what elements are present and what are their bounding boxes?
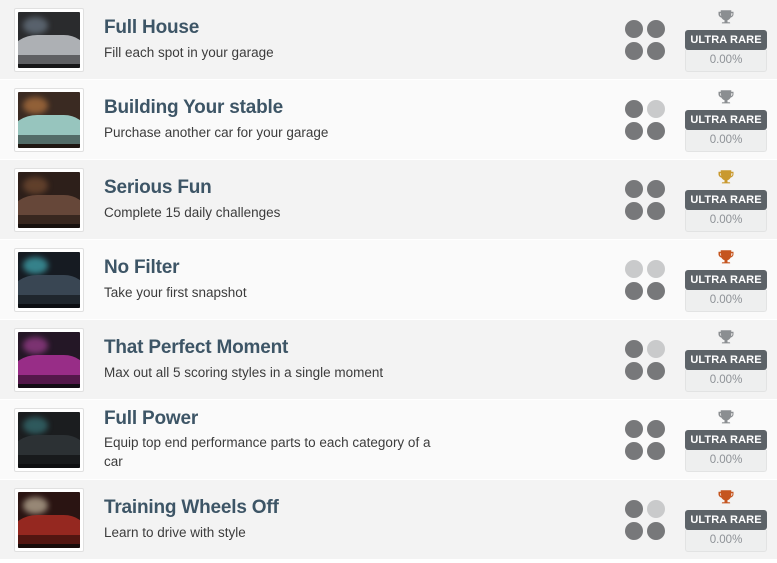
- progress-dot: [647, 281, 665, 300]
- trophy-thumbnail: [14, 327, 84, 392]
- progress-dot: [625, 361, 643, 380]
- progress-dot: [625, 521, 643, 540]
- trophy-thumbnail: [14, 87, 84, 152]
- trophy-info: No Filter Take your first snapshot: [84, 257, 625, 302]
- trophy-rarity: ULTRA RARE 0.00%: [685, 87, 767, 152]
- progress-dot: [647, 339, 665, 358]
- trophy-rarity: ULTRA RARE 0.00%: [685, 167, 767, 232]
- progress-dot: [625, 259, 643, 278]
- trophy-thumbnail: [14, 407, 84, 472]
- trophy-info: Training Wheels Off Learn to drive with s…: [84, 497, 625, 542]
- bronze-trophy-icon: [717, 247, 735, 267]
- trophy-thumbnail: [14, 167, 84, 232]
- trophy-row[interactable]: Building Your stable Purchase another car…: [0, 80, 777, 160]
- progress-dot: [647, 41, 665, 60]
- rarity-percent: 0.00%: [685, 530, 767, 552]
- rarity-badge: ULTRA RARE: [685, 430, 767, 450]
- trophy-row[interactable]: Training Wheels Off Learn to drive with s…: [0, 480, 777, 560]
- rarity-percent: 0.00%: [685, 50, 767, 72]
- trophy-description: Fill each spot in your garage: [104, 44, 274, 60]
- progress-dot: [647, 419, 665, 438]
- progress-dot: [647, 259, 665, 278]
- trophy-info: Full Power Equip top end performance part…: [84, 408, 625, 472]
- trophy-progress-dots: [625, 179, 669, 220]
- trophy-row[interactable]: Serious Fun Complete 15 daily challenges U…: [0, 160, 777, 240]
- progress-dot: [647, 521, 665, 540]
- progress-dot: [625, 121, 643, 140]
- progress-dot: [625, 499, 643, 518]
- trophy-name: Building Your stable: [104, 97, 283, 119]
- trophy-thumbnail: [14, 7, 84, 72]
- progress-dot: [625, 41, 643, 60]
- progress-dot: [647, 441, 665, 460]
- trophy-rarity: ULTRA RARE 0.00%: [685, 487, 767, 552]
- trophy-rarity: ULTRA RARE 0.00%: [685, 407, 767, 472]
- gold-trophy-icon: [717, 167, 735, 187]
- rarity-badge: ULTRA RARE: [685, 270, 767, 290]
- trophy-name: Full House: [104, 17, 200, 39]
- trophy-name: That Perfect Moment: [104, 337, 289, 359]
- trophy-rarity: ULTRA RARE 0.00%: [685, 327, 767, 392]
- trophy-progress-dots: [625, 259, 669, 300]
- progress-dot: [625, 179, 643, 198]
- bronze-trophy-icon: [717, 487, 735, 507]
- progress-dot: [625, 201, 643, 220]
- trophy-name: Full Power: [104, 407, 199, 429]
- trophy-description: Equip top end performance parts to each …: [104, 435, 431, 470]
- trophy-name: Serious Fun: [104, 177, 212, 199]
- trophy-description: Learn to drive with style: [104, 524, 246, 540]
- trophy-progress-dots: [625, 339, 669, 380]
- trophy-name: Training Wheels Off: [104, 497, 279, 519]
- trophy-description: Purchase another car for your garage: [104, 124, 329, 140]
- progress-dot: [647, 99, 665, 118]
- trophy-progress-dots: [625, 419, 669, 460]
- rarity-percent: 0.00%: [685, 290, 767, 312]
- rarity-percent: 0.00%: [685, 130, 767, 152]
- trophy-progress-dots: [625, 499, 669, 540]
- trophy-name: No Filter: [104, 257, 180, 279]
- trophy-info: Building Your stable Purchase another car…: [84, 97, 625, 142]
- rarity-badge: ULTRA RARE: [685, 110, 767, 130]
- progress-dot: [625, 19, 643, 38]
- silver-trophy-icon: [717, 407, 735, 427]
- rarity-badge: ULTRA RARE: [685, 190, 767, 210]
- progress-dot: [647, 201, 665, 220]
- trophy-list: Full House Fill each spot in your garage U…: [0, 0, 777, 563]
- trophy-description: Complete 15 daily challenges: [104, 204, 281, 220]
- trophy-description: Take your first snapshot: [104, 284, 247, 300]
- trophy-info: That Perfect Moment Max out all 5 scoring…: [84, 337, 625, 382]
- rarity-percent: 0.00%: [685, 210, 767, 232]
- silver-trophy-icon: [717, 7, 735, 27]
- rarity-percent: 0.00%: [685, 370, 767, 392]
- progress-dot: [647, 19, 665, 38]
- trophy-progress-dots: [625, 19, 669, 60]
- trophy-progress-dots: [625, 99, 669, 140]
- rarity-badge: ULTRA RARE: [685, 510, 767, 530]
- progress-dot: [647, 499, 665, 518]
- rarity-percent: 0.00%: [685, 450, 767, 472]
- trophy-row[interactable]: That Perfect Moment Max out all 5 scoring…: [0, 320, 777, 400]
- progress-dot: [625, 339, 643, 358]
- rarity-badge: ULTRA RARE: [685, 350, 767, 370]
- progress-dot: [625, 99, 643, 118]
- progress-dot: [647, 179, 665, 198]
- trophy-row[interactable]: Full House Fill each spot in your garage U…: [0, 0, 777, 80]
- trophy-thumbnail: [14, 487, 84, 552]
- progress-dot: [647, 361, 665, 380]
- trophy-info: Full House Fill each spot in your garage: [84, 17, 625, 62]
- progress-dot: [625, 419, 643, 438]
- trophy-description: Max out all 5 scoring styles in a single…: [104, 364, 384, 380]
- trophy-row[interactable]: No Filter Take your first snapshot ULTRA R…: [0, 240, 777, 320]
- trophy-rarity: ULTRA RARE 0.00%: [685, 7, 767, 72]
- progress-dot: [625, 281, 643, 300]
- progress-dot: [625, 441, 643, 460]
- trophy-info: Serious Fun Complete 15 daily challenges: [84, 177, 625, 222]
- silver-trophy-icon: [717, 327, 735, 347]
- rarity-badge: ULTRA RARE: [685, 30, 767, 50]
- trophy-row[interactable]: Full Power Equip top end performance part…: [0, 400, 777, 480]
- trophy-rarity: ULTRA RARE 0.00%: [685, 247, 767, 312]
- progress-dot: [647, 121, 665, 140]
- trophy-thumbnail: [14, 247, 84, 312]
- silver-trophy-icon: [717, 87, 735, 107]
